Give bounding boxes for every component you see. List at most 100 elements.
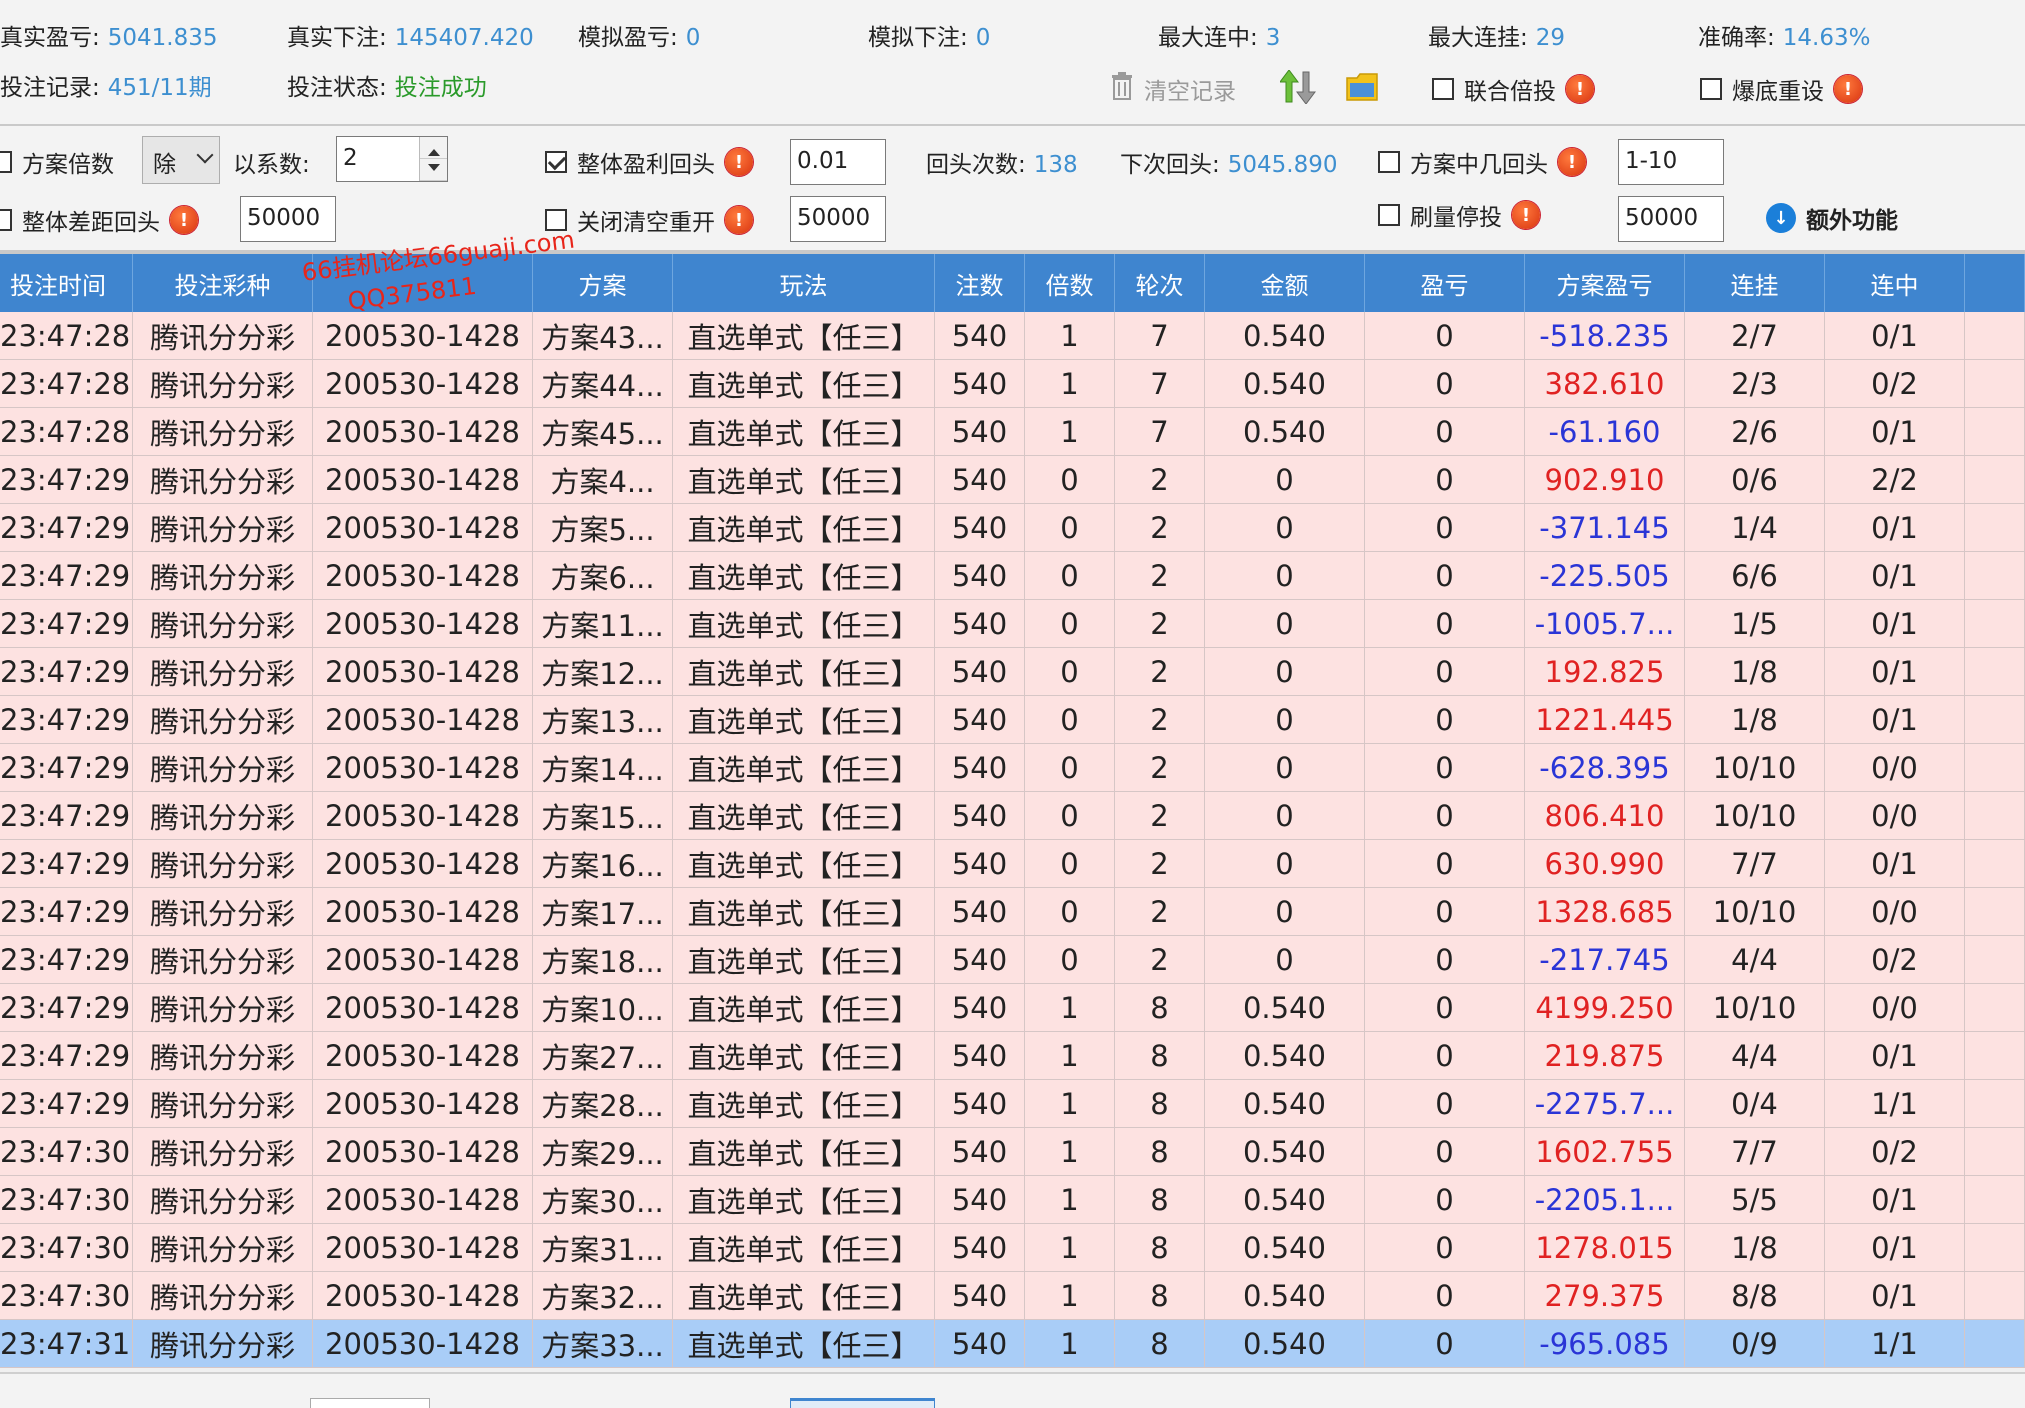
header-col-profit[interactable]: 盈亏: [1365, 254, 1525, 312]
spin-up-button[interactable]: [420, 137, 447, 159]
cell-extra: [1965, 744, 2025, 792]
table-row[interactable]: 23:47:29 腾讯分分彩 200530-1428 方案5... 直选单式【任三】 54…: [0, 504, 2025, 552]
up-down-arrows-icon[interactable]: [1280, 70, 1316, 104]
cell-profit: 0: [1365, 552, 1525, 600]
table-row[interactable]: 23:47:29 腾讯分分彩 200530-1428 方案28... 直选单式【任三】 5…: [0, 1080, 2025, 1128]
cell-period: 200530-1428: [313, 1080, 533, 1128]
cell-round: 2: [1115, 600, 1205, 648]
header-col-loss-streak[interactable]: 连挂: [1685, 254, 1825, 312]
clear-records-button[interactable]: 清空记录: [1110, 72, 1236, 106]
cell-plan: 方案4...: [533, 456, 673, 504]
table-row[interactable]: 23:47:28 腾讯分分彩 200530-1428 方案44... 直选单式【任三】 5…: [0, 360, 2025, 408]
full-reset-checkbox[interactable]: 爆底重设 !: [1700, 72, 1862, 106]
cell-play: 直选单式【任三】: [673, 1272, 935, 1320]
cell-win-streak: 0/1: [1825, 696, 1965, 744]
spin-down-button[interactable]: [420, 159, 447, 181]
cell-multiple: 1: [1025, 1320, 1115, 1368]
header-col-count[interactable]: 注数: [935, 254, 1025, 312]
plan-multiplier-checkbox[interactable]: 方案倍数: [0, 145, 114, 179]
table-row[interactable]: 23:47:29 腾讯分分彩 200530-1428 方案6... 直选单式【任三】 54…: [0, 552, 2025, 600]
cell-play: 直选单式【任三】: [673, 1224, 935, 1272]
extra-functions-button[interactable]: ↓ 额外功能: [1766, 201, 1898, 235]
stat-real-bet: 真实下注: 145407.420: [287, 18, 534, 52]
spin-buttons[interactable]: [419, 137, 447, 181]
cell-loss-streak: 10/10: [1685, 792, 1825, 840]
header-col-play[interactable]: 玩法: [673, 254, 935, 312]
cell-profit: 0: [1365, 456, 1525, 504]
table-row[interactable]: 23:47:29 腾讯分分彩 200530-1428 方案17... 直选单式【任三】 5…: [0, 888, 2025, 936]
checkbox[interactable]: [545, 209, 567, 231]
checkbox[interactable]: [1700, 78, 1722, 100]
warning-icon[interactable]: !: [170, 206, 198, 234]
footer-button[interactable]: [790, 1398, 935, 1408]
table-row[interactable]: 23:47:30 腾讯分分彩 200530-1428 方案30... 直选单式【任三】 5…: [0, 1176, 2025, 1224]
volume-stop-input[interactable]: 50000: [1618, 196, 1724, 242]
table-row[interactable]: 23:47:29 腾讯分分彩 200530-1428 方案4... 直选单式【任三】 54…: [0, 456, 2025, 504]
warning-icon[interactable]: !: [725, 206, 753, 234]
overall-gap-return-checkbox[interactable]: 整体差距回头 !: [0, 203, 198, 237]
table-row[interactable]: 23:47:29 腾讯分分彩 200530-1428 方案15... 直选单式【任三】 5…: [0, 792, 2025, 840]
header-col-bet-time[interactable]: 投注时间: [0, 254, 133, 312]
table-row[interactable]: 23:47:28 腾讯分分彩 200530-1428 方案43... 直选单式【任三】 5…: [0, 312, 2025, 360]
joint-multiplier-checkbox[interactable]: 联合倍投 !: [1432, 72, 1594, 106]
table-row[interactable]: 23:47:29 腾讯分分彩 200530-1428 方案10... 直选单式【任三】 5…: [0, 984, 2025, 1032]
cell-loss-streak: 10/10: [1685, 744, 1825, 792]
header-col-lottery[interactable]: 投注彩种: [133, 254, 313, 312]
table-row[interactable]: 23:47:29 腾讯分分彩 200530-1428 方案16... 直选单式【任三】 5…: [0, 840, 2025, 888]
checkbox[interactable]: [1378, 204, 1400, 226]
warning-icon[interactable]: !: [1834, 75, 1862, 103]
checkbox[interactable]: [0, 209, 12, 231]
folder-icon[interactable]: [1346, 72, 1378, 102]
cell-period: 200530-1428: [313, 696, 533, 744]
return-count: 回头次数: 138: [926, 145, 1078, 179]
header-col-win-streak[interactable]: 连中: [1825, 254, 1965, 312]
table-row[interactable]: 23:47:30 腾讯分分彩 200530-1428 方案32... 直选单式【任三】 5…: [0, 1272, 2025, 1320]
table-row[interactable]: 23:47:29 腾讯分分彩 200530-1428 方案14... 直选单式【任三】 5…: [0, 744, 2025, 792]
cell-bet-time: 23:47:31: [0, 1320, 133, 1368]
checkbox[interactable]: [1432, 78, 1454, 100]
close-clear-reopen-input[interactable]: 50000: [790, 196, 886, 242]
cell-period: 200530-1428: [313, 984, 533, 1032]
coefficient-stepper[interactable]: 2: [336, 136, 448, 182]
volume-stop-checkbox[interactable]: 刷量停投 !: [1378, 198, 1540, 232]
table-row[interactable]: 23:47:29 腾讯分分彩 200530-1428 方案12... 直选单式【任三】 5…: [0, 648, 2025, 696]
table-row[interactable]: 23:47:28 腾讯分分彩 200530-1428 方案45... 直选单式【任三】 5…: [0, 408, 2025, 456]
table-row[interactable]: 23:47:29 腾讯分分彩 200530-1428 方案11... 直选单式【任三】 5…: [0, 600, 2025, 648]
close-clear-reopen-checkbox[interactable]: 关闭清空重开 !: [545, 203, 753, 237]
cell-plan: 方案14...: [533, 744, 673, 792]
table-row[interactable]: 23:47:29 腾讯分分彩 200530-1428 方案13... 直选单式【任三】 5…: [0, 696, 2025, 744]
overall-gap-return-input[interactable]: 50000: [240, 196, 336, 242]
cell-loss-streak: 1/8: [1685, 696, 1825, 744]
warning-icon[interactable]: !: [725, 148, 753, 176]
overall-profit-return-checkbox[interactable]: 整体盈利回头 !: [545, 145, 753, 179]
overall-profit-return-input[interactable]: 0.01: [790, 139, 886, 185]
checkbox[interactable]: [0, 151, 12, 173]
table-row[interactable]: 23:47:29 腾讯分分彩 200530-1428 方案18... 直选单式【任三】 5…: [0, 936, 2025, 984]
table-row[interactable]: 23:47:30 腾讯分分彩 200530-1428 方案29... 直选单式【任三】 5…: [0, 1128, 2025, 1176]
header-col-plan-profit[interactable]: 方案盈亏: [1525, 254, 1685, 312]
table-row[interactable]: 23:47:29 腾讯分分彩 200530-1428 方案27... 直选单式【任三】 5…: [0, 1032, 2025, 1080]
divide-select[interactable]: 除: [142, 136, 220, 184]
warning-icon[interactable]: !: [1512, 201, 1540, 229]
table-row[interactable]: 23:47:30 腾讯分分彩 200530-1428 方案31... 直选单式【任三】 5…: [0, 1224, 2025, 1272]
warning-icon[interactable]: !: [1558, 148, 1586, 176]
header-col-round[interactable]: 轮次: [1115, 254, 1205, 312]
cell-amount: 0.540: [1205, 1176, 1365, 1224]
cell-multiple: 0: [1025, 744, 1115, 792]
header-col-extra[interactable]: [1965, 254, 2025, 312]
plan-hit-return-checkbox[interactable]: 方案中几回头 !: [1378, 145, 1586, 179]
footer-input[interactable]: [310, 1398, 430, 1408]
header-col-period[interactable]: [313, 254, 533, 312]
cell-amount: 0: [1205, 888, 1365, 936]
table-row[interactable]: 23:47:31 腾讯分分彩 200530-1428 方案33... 直选单式【任三】 5…: [0, 1320, 2025, 1368]
warning-icon[interactable]: !: [1566, 75, 1594, 103]
header-col-plan[interactable]: 方案: [533, 254, 673, 312]
header-col-amount[interactable]: 金额: [1205, 254, 1365, 312]
checkbox[interactable]: [545, 151, 567, 173]
plan-hit-return-input[interactable]: 1-10: [1618, 139, 1724, 185]
cell-bet-time: 23:47:29: [0, 648, 133, 696]
header-col-multiple[interactable]: 倍数: [1025, 254, 1115, 312]
checkbox[interactable]: [1378, 151, 1400, 173]
cell-profit: 0: [1365, 792, 1525, 840]
cell-win-streak: 0/1: [1825, 1272, 1965, 1320]
